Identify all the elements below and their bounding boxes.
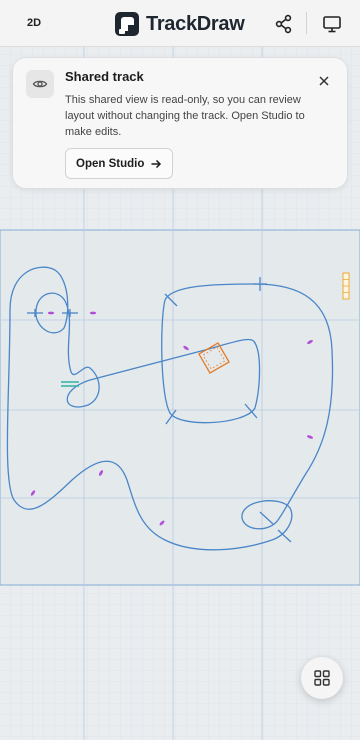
toolbar-divider — [306, 12, 307, 34]
side-ruler — [342, 272, 350, 300]
arrow-right-icon — [151, 159, 162, 168]
layout-menu-button[interactable] — [301, 657, 343, 699]
desktop-view-button[interactable] — [320, 12, 344, 36]
banner-title: Shared track — [65, 69, 144, 84]
brand: TrackDraw — [114, 10, 245, 38]
close-icon — [319, 76, 329, 86]
banner-icon-box — [26, 70, 54, 98]
share-icon — [275, 14, 292, 34]
monitor-icon — [323, 16, 341, 33]
field-boundary — [0, 229, 360, 586]
close-banner-button[interactable] — [313, 70, 335, 92]
grid-icon — [314, 670, 330, 686]
share-button[interactable] — [272, 12, 296, 36]
banner-message: This shared view is read-only, so you ca… — [65, 94, 305, 138]
open-studio-button[interactable]: Open Studio — [65, 148, 174, 179]
brand-name: TrackDraw — [146, 12, 245, 35]
top-bar: 2D TrackDraw — [0, 0, 360, 47]
open-studio-label: Open Studio — [76, 157, 145, 170]
view-mode-toggle[interactable]: 2D — [18, 10, 50, 36]
trackdraw-logo-icon — [115, 12, 139, 36]
shared-track-banner: Shared track This shared view is read-on… — [12, 57, 348, 189]
eye-icon — [32, 80, 48, 88]
